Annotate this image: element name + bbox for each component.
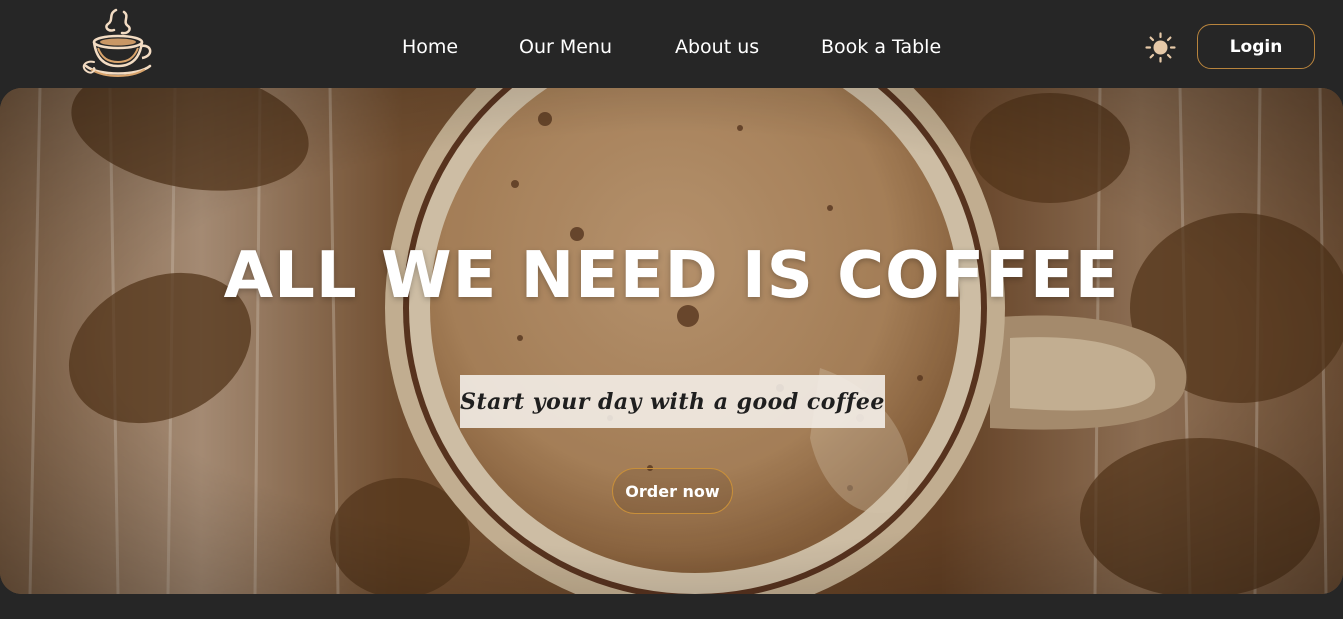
order-now-button[interactable]: Order now <box>612 468 733 514</box>
hero-subtitle: Start your day with a good coffee <box>460 375 885 428</box>
page: Home Our Menu About us Book a Table Logi… <box>0 0 1343 619</box>
login-button[interactable]: Login <box>1197 24 1315 69</box>
nav-book-table-link[interactable]: Book a Table <box>821 34 941 60</box>
coffee-cup-photo <box>0 88 1343 594</box>
site-header: Home Our Menu About us Book a Table Logi… <box>0 0 1343 88</box>
hero-title: ALL WE NEED IS COFFEE <box>223 239 1120 313</box>
nav-our-menu-link[interactable]: Our Menu <box>519 34 612 60</box>
nav-home-link[interactable]: Home <box>402 34 458 60</box>
hero-section: ALL WE NEED IS COFFEE Start your day wit… <box>0 88 1343 594</box>
nav-about-us-link[interactable]: About us <box>675 34 759 60</box>
main-nav: Home Our Menu About us Book a Table <box>0 0 1343 94</box>
sun-icon[interactable] <box>1145 32 1176 63</box>
